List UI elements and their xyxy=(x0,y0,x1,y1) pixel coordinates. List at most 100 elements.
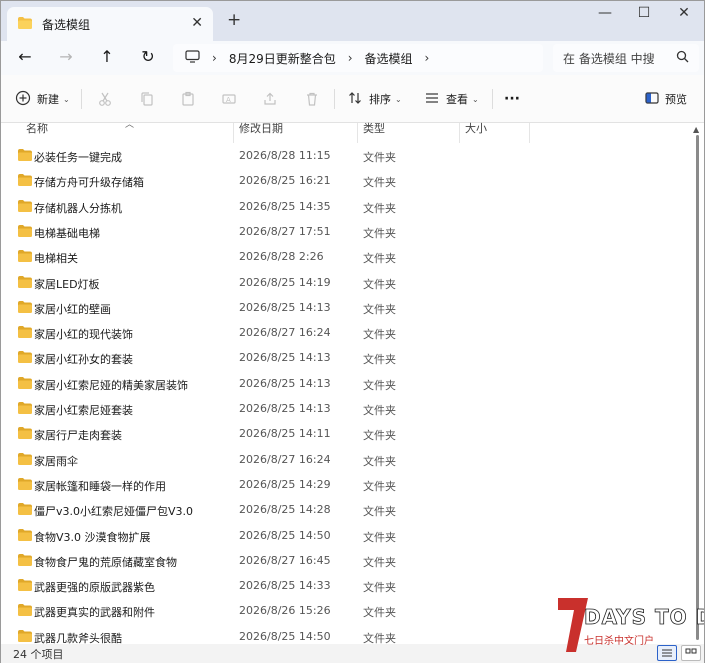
file-type: 文件夹 xyxy=(363,479,396,493)
folder-icon xyxy=(18,16,32,32)
file-type: 文件夹 xyxy=(363,530,396,544)
file-type: 文件夹 xyxy=(363,277,396,291)
back-arrow-icon[interactable]: ← xyxy=(12,46,38,70)
table-row[interactable]: 家居小红索尼娅套装 2026/8/25 14:13 文件夹 xyxy=(1,396,691,421)
table-row[interactable]: 食物食尸鬼的荒原储藏室食物 2026/8/27 16:45 文件夹 xyxy=(1,548,691,573)
table-row[interactable]: 必装任务一键完成 2026/8/28 11:15 文件夹 xyxy=(1,143,691,168)
file-type: 文件夹 xyxy=(363,404,396,417)
preview-pane-icon xyxy=(645,91,659,107)
maximize-icon[interactable]: ☐ xyxy=(624,5,664,21)
file-type: 文件夹 xyxy=(363,328,396,342)
command-bar: 新建 ⌄ A 排序 ⌄ 查看 ⌄ ··· 预览 xyxy=(1,75,704,123)
modified-date: 2026/8/25 14:50 xyxy=(239,629,331,643)
file-name: 家居小红索尼娅的精美家居装饰 xyxy=(34,378,188,392)
file-type: 文件夹 xyxy=(363,302,396,316)
modified-date: 2026/8/27 16:24 xyxy=(239,452,331,466)
folder-icon xyxy=(18,452,32,468)
modified-date: 2026/8/25 14:19 xyxy=(239,275,331,289)
table-row[interactable]: 僵尸v3.0小红索尼娅僵尸包V3.0 2026/8/25 14:28 文件夹 xyxy=(1,497,691,522)
folder-icon xyxy=(18,402,32,417)
file-type: 文件夹 xyxy=(363,606,396,620)
file-name: 武器更真实的武器和附件 xyxy=(34,606,155,620)
file-type: 文件夹 xyxy=(363,226,396,240)
view-label: 查看 xyxy=(446,93,468,106)
table-row[interactable]: 电梯基础电梯 2026/8/27 17:51 文件夹 xyxy=(1,219,691,244)
search-input[interactable]: 在 备选模组 中搜 xyxy=(553,44,699,72)
column-header-modified[interactable]: 修改日期 xyxy=(233,123,283,143)
paste-icon[interactable] xyxy=(180,89,196,109)
refresh-icon[interactable]: ↻ xyxy=(135,46,161,70)
column-header-size[interactable]: 大小 xyxy=(459,123,487,143)
more-options-icon[interactable]: ··· xyxy=(504,89,520,109)
table-row[interactable]: 家居LED灯板 2026/8/25 14:19 文件夹 xyxy=(1,270,691,295)
tab-close-icon[interactable]: ✕ xyxy=(191,15,203,31)
modified-date: 2026/8/27 16:24 xyxy=(239,326,331,340)
breadcrumb-item[interactable]: 8月29日更新整合包 xyxy=(229,50,336,67)
column-header-name[interactable]: 名称 xyxy=(20,123,48,143)
search-icon[interactable] xyxy=(676,50,689,66)
file-name: 家居行尸走肉套装 xyxy=(34,429,122,443)
table-row[interactable]: 家居小红孙女的套装 2026/8/25 14:13 文件夹 xyxy=(1,345,691,370)
modified-date: 2026/8/25 14:13 xyxy=(239,300,331,314)
file-type: 文件夹 xyxy=(363,252,396,266)
table-row[interactable]: 家居雨伞 2026/8/27 16:24 文件夹 xyxy=(1,447,691,472)
new-button[interactable]: 新建 ⌄ xyxy=(15,89,70,109)
modified-date: 2026/8/25 14:50 xyxy=(239,528,331,542)
title-bar: 备选模组 ✕ + — ☐ ✕ xyxy=(1,1,704,41)
scroll-up-arrow-icon[interactable]: ▲ xyxy=(693,125,699,134)
navigation-bar: ← → ↑ ↻ › 8月29日更新整合包 › 备选模组 › 在 备选模组 中搜 xyxy=(1,41,704,75)
table-row[interactable]: 家居帐篷和睡袋一样的作用 2026/8/25 14:29 文件夹 xyxy=(1,472,691,497)
cut-icon[interactable] xyxy=(97,89,113,109)
search-placeholder: 在 备选模组 中搜 xyxy=(563,51,655,66)
chevron-right-icon[interactable]: › xyxy=(425,51,430,65)
preview-button[interactable]: 预览 xyxy=(645,89,687,109)
table-row[interactable]: 家居小红的现代装饰 2026/8/27 16:24 文件夹 xyxy=(1,320,691,345)
close-icon[interactable]: ✕ xyxy=(664,5,704,21)
address-bar[interactable]: › 8月29日更新整合包 › 备选模组 › xyxy=(173,44,543,72)
folder-icon xyxy=(18,477,32,493)
table-row[interactable]: 存储机器人分拣机 2026/8/25 14:35 文件夹 xyxy=(1,194,691,219)
view-button[interactable]: 查看 ⌄ xyxy=(424,89,479,109)
tab-current-folder[interactable]: 备选模组 ✕ xyxy=(7,7,213,41)
forward-arrow-icon[interactable]: → xyxy=(53,46,79,70)
sort-ascending-icon: ︿ xyxy=(125,120,135,130)
divider xyxy=(492,89,493,109)
scroll-thumb[interactable] xyxy=(696,135,699,640)
file-type: 文件夹 xyxy=(363,176,396,190)
new-label: 新建 xyxy=(37,93,59,106)
table-row[interactable]: 存储方舟可升级存储箱 2026/8/25 16:21 文件夹 xyxy=(1,168,691,193)
plus-icon[interactable]: + xyxy=(227,10,241,30)
table-row[interactable]: 食物V3.0 沙漠食物扩展 2026/8/25 14:50 文件夹 xyxy=(1,523,691,548)
sort-button[interactable]: 排序 ⌄ xyxy=(347,89,402,109)
file-name: 家居帐篷和睡袋一样的作用 xyxy=(34,479,166,493)
divider xyxy=(334,89,335,109)
file-name: 存储机器人分拣机 xyxy=(34,201,122,215)
svg-text:DAYS TO DIE: DAYS TO DIE xyxy=(584,605,704,629)
modified-date: 2026/8/26 15:26 xyxy=(239,604,331,618)
breadcrumb-item[interactable]: 备选模组 xyxy=(365,50,413,67)
table-row[interactable]: 家居小红索尼娅的精美家居装饰 2026/8/25 14:13 文件夹 xyxy=(1,371,691,396)
minimize-icon[interactable]: — xyxy=(585,5,625,21)
tab-label: 备选模组 xyxy=(42,17,91,32)
modified-date: 2026/8/25 16:21 xyxy=(239,174,331,188)
folder-icon xyxy=(18,579,32,594)
7-days-to-die-watermark-logo: DAYS TO DIE 七日杀中文门户 xyxy=(554,594,705,656)
file-name: 电梯基础电梯 xyxy=(34,226,100,240)
file-name: 家居小红索尼娅套装 xyxy=(34,404,133,417)
vertical-scrollbar[interactable]: ▲ xyxy=(693,125,701,644)
modified-date: 2026/8/27 16:45 xyxy=(239,553,331,567)
delete-icon[interactable] xyxy=(304,89,320,109)
rename-icon[interactable]: A xyxy=(221,89,237,109)
column-separator[interactable] xyxy=(529,123,530,143)
column-header-type[interactable]: 类型 xyxy=(357,123,385,143)
modified-date: 2026/8/25 14:28 xyxy=(239,503,331,517)
svg-text:七日杀中文门户: 七日杀中文门户 xyxy=(584,634,654,647)
up-arrow-icon[interactable]: ↑ xyxy=(94,46,120,70)
folder-icon xyxy=(18,351,32,366)
table-row[interactable]: 家居行尸走肉套装 2026/8/25 14:11 文件夹 xyxy=(1,421,691,446)
share-icon[interactable] xyxy=(262,89,278,109)
column-header-row: 名称 ︿ 修改日期 类型 大小 xyxy=(1,120,691,143)
table-row[interactable]: 家居小红的壁画 2026/8/25 14:13 文件夹 xyxy=(1,295,691,320)
copy-icon[interactable] xyxy=(139,89,155,109)
table-row[interactable]: 电梯相关 2026/8/28 2:26 文件夹 xyxy=(1,244,691,269)
